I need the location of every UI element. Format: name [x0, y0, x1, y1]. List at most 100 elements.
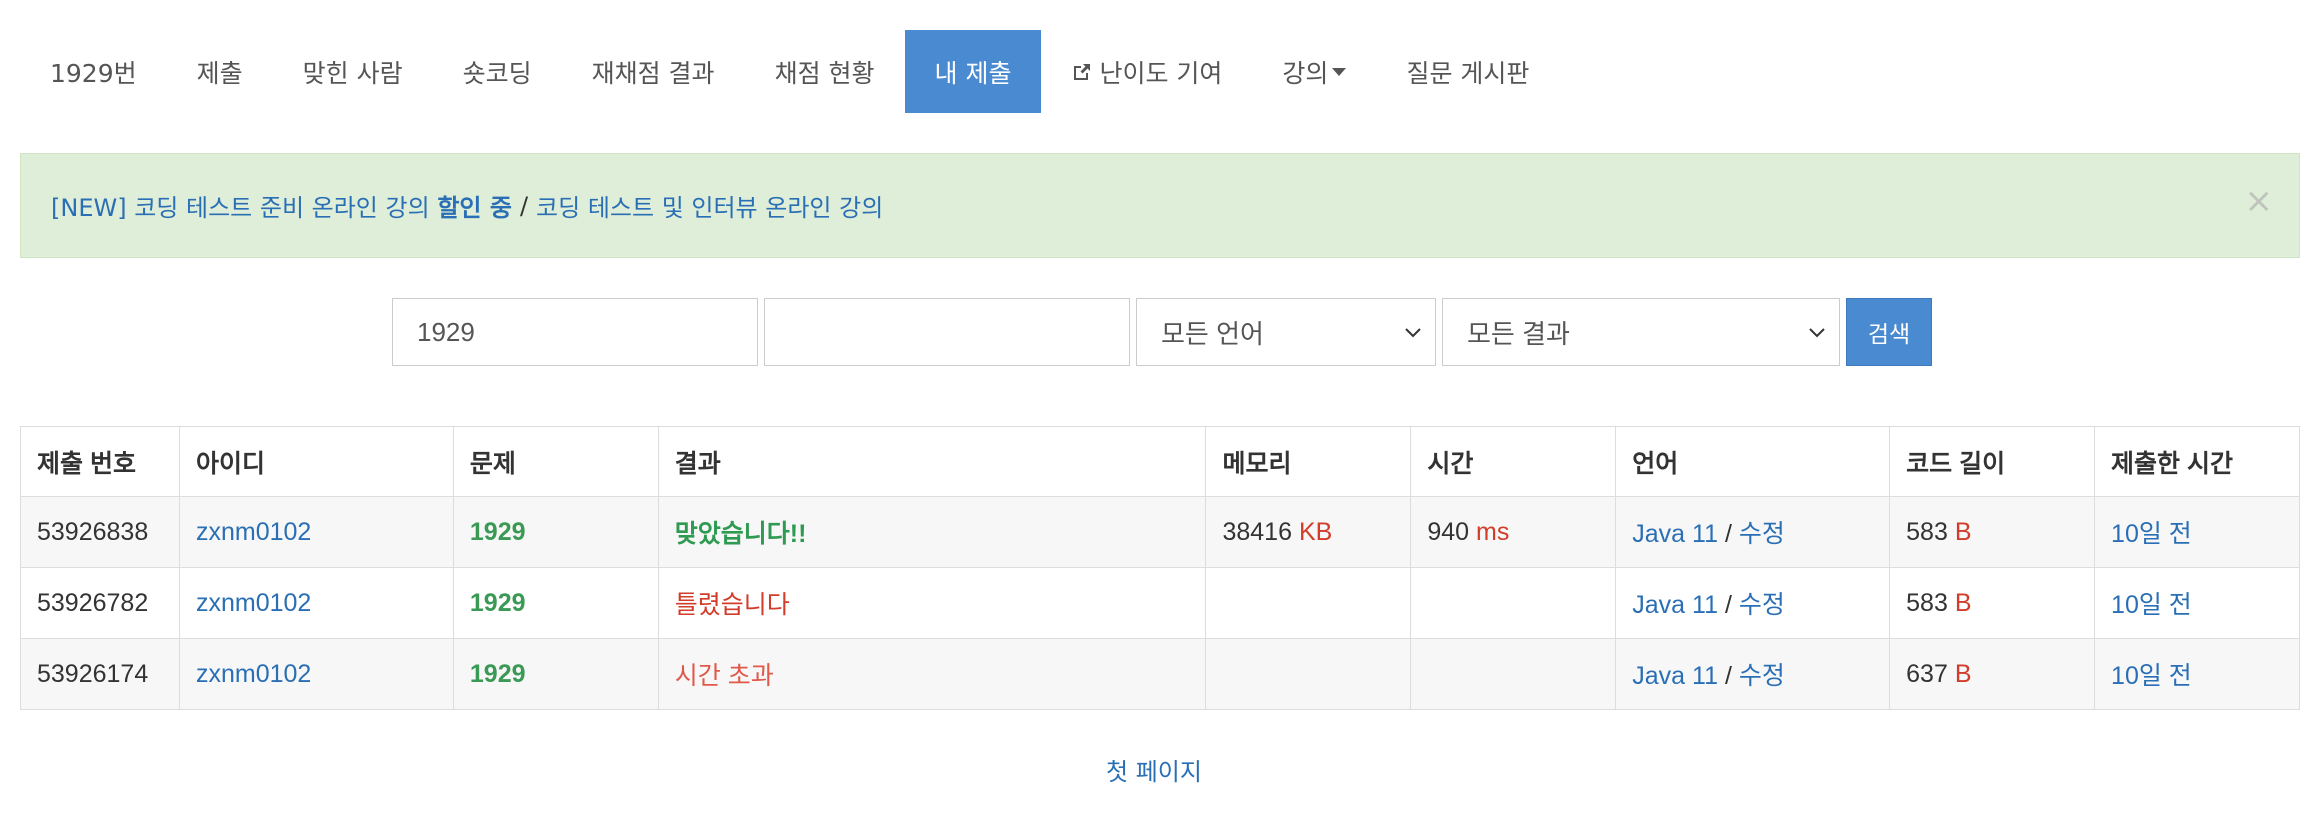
tab-solved-users-label: 맞힌 사람 — [302, 58, 403, 88]
tab-short-coding-label: 숏코딩 — [462, 58, 532, 88]
promo-link-interview[interactable]: 코딩 테스트 및 인터뷰 온라인 강의 — [536, 188, 883, 223]
pagination: 첫 페이지 — [0, 752, 2308, 787]
time-cell — [1410, 567, 1617, 639]
problem-id-input[interactable]: 1929 — [392, 298, 758, 366]
first-page-link[interactable]: 첫 페이지 — [1106, 758, 1202, 786]
tab-qna-board-label: 질문 게시판 — [1406, 58, 1530, 88]
promo-alert: [NEW] 코딩 테스트 준비 온라인 강의 할인 중 / 코딩 테스트 및 인… — [20, 153, 2300, 258]
tab-submit-label: 제출 — [196, 58, 243, 88]
language-link[interactable]: Java 11 — [1632, 520, 1718, 548]
code-length-value: 583 — [1906, 588, 1948, 617]
submission-id: 53926838 — [20, 496, 180, 568]
memory-cell — [1205, 567, 1412, 639]
language-select-value: 모든 언어 — [1161, 318, 1264, 349]
edit-link[interactable]: 수정 — [1739, 591, 1785, 619]
code-length-cell: 637 B — [1889, 638, 2096, 710]
tab-short-coding[interactable]: 숏코딩 — [433, 30, 562, 113]
result-wrong-answer: 틀렸습니다 — [674, 591, 790, 619]
result-select[interactable]: 모든 결과 — [1442, 298, 1840, 366]
code-length-unit: B — [1954, 588, 1972, 617]
external-link-icon — [1071, 61, 1093, 83]
edit-link[interactable]: 수정 — [1739, 662, 1785, 690]
memory-cell — [1205, 638, 1412, 710]
tab-judge-status-label: 채점 현황 — [774, 58, 875, 88]
language-select[interactable]: 모든 언어 — [1136, 298, 1436, 366]
header-language: 언어 — [1615, 426, 1891, 497]
header-memory: 메모리 — [1205, 426, 1412, 497]
result-time-limit-exceeded: 시간 초과 — [674, 662, 774, 690]
code-length-value: 637 — [1906, 659, 1948, 688]
submitted-time-link[interactable]: 10일 전 — [2111, 591, 2192, 619]
problem-link[interactable]: 1929 — [470, 518, 526, 546]
tab-difficulty-contribution-label: 난이도 기여 — [1099, 58, 1223, 88]
tab-problem-label: 1929번 — [50, 58, 137, 88]
tab-problem[interactable]: 1929번 — [20, 30, 167, 113]
memory-cell: 38416 KB — [1205, 496, 1412, 568]
code-length-cell: 583 B — [1889, 496, 2096, 568]
tab-rejudge-results[interactable]: 재채점 결과 — [562, 30, 745, 113]
language-link[interactable]: Java 11 — [1632, 591, 1718, 619]
language-separator: / — [1724, 520, 1732, 548]
promo-separator: / — [519, 191, 529, 220]
submitted-time-link[interactable]: 10일 전 — [2111, 520, 2192, 548]
header-submission-id: 제출 번호 — [20, 426, 180, 497]
language-separator: / — [1724, 662, 1732, 690]
code-length-unit: B — [1954, 659, 1972, 688]
language-cell: Java 11 / 수정 — [1615, 567, 1891, 639]
tab-difficulty-contribution[interactable]: 난이도 기여 — [1041, 30, 1252, 113]
time-cell: 940 ms — [1410, 496, 1617, 568]
table-row: 53926174 zxnm0102 1929 시간 초과 Java 11 / 수… — [20, 638, 2300, 710]
submission-id: 53926782 — [20, 567, 180, 639]
problem-link[interactable]: 1929 — [470, 660, 526, 688]
language-cell: Java 11 / 수정 — [1615, 638, 1891, 710]
submitted-time-link[interactable]: 10일 전 — [2111, 662, 2192, 690]
time-cell — [1410, 638, 1617, 710]
tab-my-submissions-label: 내 제출 — [934, 58, 1012, 88]
code-length-unit: B — [1954, 517, 1972, 546]
result-accepted: 맞았습니다!! — [674, 520, 807, 548]
tab-lectures-dropdown[interactable]: 강의 — [1252, 30, 1376, 113]
search-button[interactable]: 검색 — [1846, 298, 1932, 366]
submission-id: 53926174 — [20, 638, 180, 710]
time-value: 940 — [1427, 517, 1470, 546]
header-submitted-time: 제출한 시간 — [2094, 426, 2300, 497]
tab-solved-users[interactable]: 맞힌 사람 — [273, 30, 433, 113]
tab-rejudge-results-label: 재채점 결과 — [591, 58, 715, 88]
problem-link[interactable]: 1929 — [470, 589, 526, 617]
edit-link[interactable]: 수정 — [1739, 520, 1785, 548]
user-link[interactable]: zxnm0102 — [196, 518, 311, 546]
memory-unit: KB — [1298, 517, 1333, 546]
chevron-down-icon — [1405, 328, 1421, 338]
header-problem: 문제 — [452, 426, 659, 497]
header-result: 결과 — [657, 426, 1207, 497]
language-separator: / — [1724, 591, 1732, 619]
table-header-row: 제출 번호 아이디 문제 결과 메모리 시간 언어 코드 길이 제출한 시간 — [20, 426, 2300, 497]
table-row: 53926782 zxnm0102 1929 틀렸습니다 Java 11 / 수… — [20, 567, 2300, 639]
user-link[interactable]: zxnm0102 — [196, 660, 311, 688]
header-time: 시간 — [1410, 426, 1617, 497]
result-select-value: 모든 결과 — [1467, 318, 1570, 349]
promo-link-discount[interactable]: 할인 중 — [437, 188, 512, 223]
tab-lectures-label: 강의 — [1282, 58, 1329, 88]
caret-down-icon — [1332, 67, 1347, 76]
submission-table: 제출 번호 아이디 문제 결과 메모리 시간 언어 코드 길이 제출한 시간 5… — [20, 426, 2300, 710]
code-length-cell: 583 B — [1889, 567, 2096, 639]
promo-link-prefix[interactable]: [NEW] 코딩 테스트 준비 온라인 강의 — [51, 188, 430, 223]
code-length-value: 583 — [1906, 517, 1948, 546]
tab-submit[interactable]: 제출 — [167, 30, 273, 113]
memory-value: 38416 — [1222, 517, 1292, 546]
tab-my-submissions[interactable]: 내 제출 — [904, 30, 1042, 113]
header-code-length: 코드 길이 — [1889, 426, 2096, 497]
problem-nav: 1929번 제출 맞힌 사람 숏코딩 재채점 결과 채점 현황 내 제출 난이도… — [20, 30, 1559, 113]
user-link[interactable]: zxnm0102 — [196, 589, 311, 617]
table-row: 53926838 zxnm0102 1929 맞았습니다!! 38416 KB … — [20, 496, 2300, 568]
tab-judge-status[interactable]: 채점 현황 — [745, 30, 905, 113]
tab-qna-board[interactable]: 질문 게시판 — [1376, 30, 1559, 113]
language-link[interactable]: Java 11 — [1632, 662, 1718, 690]
time-unit: ms — [1476, 517, 1510, 546]
user-id-input[interactable] — [764, 298, 1130, 366]
language-cell: Java 11 / 수정 — [1615, 496, 1891, 568]
close-icon[interactable]: × — [2245, 184, 2274, 218]
chevron-down-icon — [1809, 328, 1825, 338]
search-form: 1929 모든 언어 모든 결과 검색 — [392, 298, 1932, 366]
